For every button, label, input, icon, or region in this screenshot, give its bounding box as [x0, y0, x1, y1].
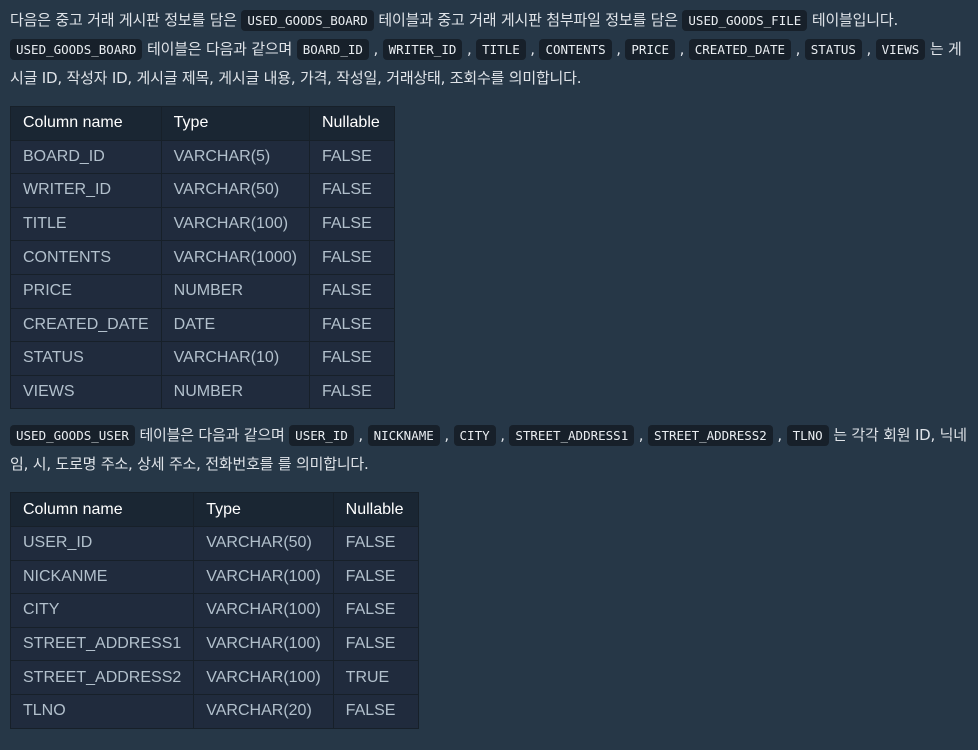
table-row: TLNO VARCHAR(20) FALSE [9, 693, 419, 729]
column-code: STREET_ADDRESS2 [647, 425, 773, 447]
table-name-code: USED_GOODS_BOARD [241, 10, 374, 31]
column-code: CREATED_DATE [688, 39, 792, 60]
table-name-code: USED_GOODS_BOARD [10, 39, 143, 60]
table-cell: CITY [9, 593, 195, 628]
table-row: USER_ID VARCHAR(50) FALSE [9, 525, 419, 561]
table-header-row: Column name Type Nullable [10, 106, 395, 141]
table-cell: WRITER_ID [10, 173, 162, 208]
column-code: STREET_ADDRESS1 [509, 425, 635, 447]
table-row: PRICE NUMBER FALSE [10, 273, 395, 309]
table-cell: STREET_ADDRESS2 [9, 660, 195, 695]
table-cell: DATE [160, 307, 310, 343]
text-segment: 테이블입니다. [807, 11, 899, 29]
table-cell: FALSE [308, 240, 395, 275]
table-cell: VARCHAR(100) [193, 626, 334, 662]
table-cell: VIEWS [10, 374, 162, 410]
table-cell: STATUS [10, 341, 162, 376]
column-header: Column name [9, 492, 195, 527]
table-row: STATUS VARCHAR(10) FALSE [10, 341, 395, 376]
board-description: 다음은 중고 거래 게시판 정보를 담은 USED_GOODS_BOARD 테이… [10, 10, 962, 87]
text-segment: 테이블은 다음과 같으며 [142, 40, 297, 58]
table-row: NICKANME VARCHAR(100) FALSE [9, 559, 419, 595]
column-header: Nullable [308, 106, 395, 141]
table-row: TITLE VARCHAR(100) FALSE [10, 206, 395, 242]
text-segment: 테이블은 다음과 같으며 [134, 426, 290, 445]
text-segment: 다음은 중고 거래 게시판 정보를 담은 [10, 11, 242, 29]
table-cell: NICKANME [9, 559, 195, 595]
table-name-code: USED_GOODS_FILE [682, 10, 808, 31]
table-cell: PRICE [10, 273, 162, 309]
table-cell: FALSE [332, 593, 419, 628]
table-cell: FALSE [308, 273, 395, 309]
table-header-row: Column name Type Nullable [9, 492, 419, 527]
table-cell: FALSE [332, 693, 419, 729]
table-row: STREET_ADDRESS2 VARCHAR(100) TRUE [9, 660, 419, 695]
column-code: STATUS [804, 39, 862, 60]
table-cell: VARCHAR(1000) [160, 240, 310, 275]
table-cell: FALSE [332, 559, 419, 595]
table-row: BOARD_ID VARCHAR(5) FALSE [10, 139, 395, 175]
table-cell: NUMBER [160, 273, 310, 309]
table-row: STREET_ADDRESS1 VARCHAR(100) FALSE [9, 626, 419, 662]
table-cell: FALSE [308, 139, 395, 175]
table-cell: BOARD_ID [10, 139, 162, 175]
table-row: CONTENTS VARCHAR(1000) FALSE [10, 240, 395, 275]
table-cell: FALSE [308, 307, 395, 343]
column-code: NICKNAME [367, 425, 440, 447]
table-cell: STREET_ADDRESS1 [9, 626, 195, 662]
column-header: Type [160, 106, 310, 141]
table-cell: VARCHAR(100) [193, 559, 334, 595]
table-cell: CREATED_DATE [10, 307, 162, 343]
table-row: CITY VARCHAR(100) FALSE [9, 593, 419, 628]
table-cell: FALSE [308, 374, 395, 410]
table-cell: VARCHAR(20) [193, 693, 334, 729]
table-cell: VARCHAR(100) [193, 593, 334, 628]
problem-description: 다음은 중고 거래 게시판 정보를 담은 USED_GOODS_BOARD 테이… [0, 0, 978, 729]
column-code: TITLE [476, 39, 526, 60]
column-code: VIEWS [875, 39, 926, 60]
column-code: CONTENTS [539, 39, 612, 60]
board-schema-table: Column name Type Nullable BOARD_ID VARCH… [10, 106, 395, 410]
user-schema-table: Column name Type Nullable USER_ID VARCHA… [9, 492, 419, 729]
column-header: Nullable [332, 492, 419, 527]
text-segment: 테이블과 중고 거래 게시판 첨부파일 정보를 담은 [373, 11, 683, 29]
table-row: WRITER_ID VARCHAR(50) FALSE [10, 173, 395, 208]
table-cell: VARCHAR(100) [193, 660, 334, 695]
table-cell: VARCHAR(50) [193, 525, 334, 561]
table-cell: VARCHAR(50) [160, 173, 310, 208]
column-header: Type [193, 492, 334, 527]
table-cell: VARCHAR(5) [160, 139, 310, 175]
table-cell: VARCHAR(100) [160, 206, 310, 242]
table-cell: TITLE [10, 206, 162, 242]
table-row: VIEWS NUMBER FALSE [10, 374, 395, 410]
column-code: TLNO [786, 425, 829, 447]
table-cell: TLNO [9, 693, 195, 729]
table-cell: CONTENTS [10, 240, 162, 275]
column-header: Column name [10, 106, 162, 141]
table-name-code: USED_GOODS_USER [10, 425, 135, 447]
table-row: CREATED_DATE DATE FALSE [10, 307, 395, 343]
table-cell: USER_ID [9, 525, 195, 561]
user-description: USED_GOODS_USER 테이블은 다음과 같으며 USER_ID , N… [10, 425, 967, 474]
table-cell: TRUE [332, 660, 419, 695]
table-cell: VARCHAR(10) [160, 341, 310, 376]
column-code: PRICE [625, 39, 676, 60]
column-code: WRITER_ID [382, 39, 463, 60]
table-cell: NUMBER [160, 374, 310, 410]
table-cell: FALSE [308, 206, 395, 242]
table-cell: FALSE [332, 525, 419, 561]
table-cell: FALSE [308, 341, 395, 376]
column-code: BOARD_ID [296, 39, 369, 60]
column-code: USER_ID [289, 425, 354, 447]
table-cell: FALSE [332, 626, 419, 662]
table-cell: FALSE [308, 173, 395, 208]
column-code: CITY [453, 425, 496, 447]
